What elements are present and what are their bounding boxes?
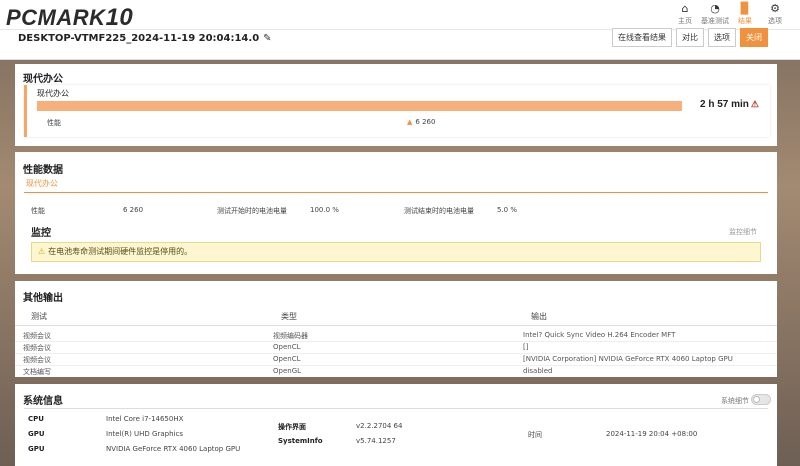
result-title: DESKTOP-VTMF225_2024-11-19 20:04:14.0 ✎ <box>18 30 272 47</box>
options-button[interactable]: 选项 <box>708 28 736 47</box>
start-battery-label: 测试开始时的电池电量 <box>217 207 287 215</box>
pcmark-logo: PCMARK10 <box>6 4 133 32</box>
performance-data-card: 性能数据 现代办公 性能 6 260 测试开始时的电池电量 100.0 % 测试… <box>15 152 777 274</box>
header-divider <box>15 325 777 326</box>
pencil-icon[interactable]: ✎ <box>263 33 271 44</box>
cell-test: 视频会议 <box>23 356 51 364</box>
modern-office-result: 现代办公 2 h 57 min ⚠ 性能 ▲ 6 260 <box>24 85 770 137</box>
system-info-card: 系统信息 系统细节 CPU Intel Core i7-14650HX GPU … <box>15 384 777 466</box>
gpu-label: GPU <box>28 430 45 438</box>
main-nav: ⌂ 主页 ◔ 基准测试 ▉ 结果 ⚙ 选项 <box>670 2 790 26</box>
duration-value: 2 h 57 min ⚠ <box>700 99 759 110</box>
perf-label: 性能 <box>47 119 61 127</box>
gauge-icon: ◔ <box>710 2 720 15</box>
cell-test: 文档编写 <box>23 368 51 376</box>
top-bar: PCMARK10 ⌂ 主页 ◔ 基准测试 ▉ 结果 ⚙ 选项 <box>0 0 800 32</box>
gpu-label: GPU <box>28 445 45 453</box>
nav-home-label: 主页 <box>678 17 692 25</box>
cell-type: OpenCL <box>273 343 301 351</box>
end-battery-value: 5.0 % <box>497 206 518 214</box>
monitor-title: 监控 <box>31 228 51 239</box>
nav-home[interactable]: ⌂ 主页 <box>670 2 700 26</box>
other-output-title: 其他输出 <box>23 293 63 304</box>
perf-data-value: 6 260 <box>123 206 144 214</box>
system-detail-label: 系统细节 <box>721 397 749 405</box>
logo-text: PCMARK <box>6 5 106 30</box>
system-detail-toggle[interactable] <box>751 394 771 405</box>
systeminfo-value: v5.74.1257 <box>356 437 396 445</box>
monitor-detail-link[interactable]: 监控细节 <box>729 227 757 237</box>
perf-data-label: 性能 <box>31 207 45 215</box>
time-label: 时间 <box>528 431 542 439</box>
monitor-alert: ⚠ 在电池寿命测试期间硬件监控是停用的。 <box>31 242 761 262</box>
bar-chart-icon: ▉ <box>740 2 750 15</box>
compare-button[interactable]: 对比 <box>676 28 704 47</box>
table-row: 视频会议 OpenCL [] <box>15 341 777 353</box>
col-header-type: 类型 <box>281 312 297 321</box>
time-value: 2024-11-19 20:04 +08:00 <box>606 430 698 438</box>
home-icon: ⌂ <box>681 2 689 15</box>
nav-options-label: 选项 <box>768 17 782 25</box>
logo-number: 10 <box>105 4 134 31</box>
cell-test: 视频会议 <box>23 344 51 352</box>
close-button[interactable]: 关闭 <box>740 28 768 47</box>
table-row: 文档编写 OpenGL disabled <box>15 365 777 377</box>
cell-type: 视频编码器 <box>273 332 308 340</box>
alert-text: 在电池寿命测试期间硬件监控是停用的。 <box>48 247 193 256</box>
gear-icon: ⚙ <box>770 2 780 15</box>
toggle-knob <box>753 396 760 403</box>
end-battery-label: 测试结束时的电池电量 <box>404 207 474 215</box>
cpu-label: CPU <box>28 415 44 423</box>
col-header-output: 输出 <box>531 312 547 321</box>
performance-data-title: 性能数据 <box>23 165 63 176</box>
perf-score: ▲ 6 260 <box>407 118 435 126</box>
modern-office-card: 现代办公 现代办公 2 h 57 min ⚠ 性能 ▲ 6 260 <box>15 64 777 146</box>
gpu-value: Intel(R) UHD Graphics <box>106 430 183 438</box>
cell-output: [] <box>523 343 529 351</box>
table-row: 视频会议 视频编码器 Intel? Quick Sync Video H.264… <box>15 329 777 341</box>
nav-benchmarks-label: 基准测试 <box>701 17 729 25</box>
warning-icon: ⚠ <box>750 99 759 109</box>
perf-score-value: 6 260 <box>415 118 436 126</box>
col-header-test: 测试 <box>31 312 47 321</box>
nav-results[interactable]: ▉ 结果 <box>730 2 760 26</box>
os-value: v2.2.2704 64 <box>356 422 403 430</box>
result-name: DESKTOP-VTMF225_2024-11-19 20:04:14.0 <box>18 33 260 44</box>
tab-modern-office[interactable]: 现代办公 <box>26 178 58 189</box>
nav-benchmarks[interactable]: ◔ 基准测试 <box>700 2 730 26</box>
tab-underline <box>24 192 768 193</box>
cell-type: OpenGL <box>273 367 302 375</box>
cell-output: [NVIDIA Corporation] NVIDIA GeForce RTX … <box>523 355 733 363</box>
header-buttons: 在线查看结果 对比 选项 关闭 <box>612 28 768 47</box>
view-online-button[interactable]: 在线查看结果 <box>612 28 672 47</box>
table-row: 视频会议 OpenCL [NVIDIA Corporation] NVIDIA … <box>15 353 777 365</box>
gpu-value: NVIDIA GeForce RTX 4060 Laptop GPU <box>106 445 241 453</box>
cell-type: OpenCL <box>273 355 301 363</box>
nav-options[interactable]: ⚙ 选项 <box>760 2 790 26</box>
cpu-value: Intel Core i7-14650HX <box>106 415 184 423</box>
system-divider <box>24 408 768 409</box>
start-battery-value: 100.0 % <box>310 206 339 214</box>
other-output-card: 其他输出 测试 类型 输出 视频会议 视频编码器 Intel? Quick Sy… <box>15 281 777 377</box>
os-label: 操作界面 <box>278 423 306 431</box>
nav-results-label: 结果 <box>738 17 752 25</box>
trophy-icon: ▲ <box>407 118 413 126</box>
warning-icon: ⚠ <box>38 247 46 256</box>
cell-output: disabled <box>523 367 553 375</box>
cell-test: 视频会议 <box>23 332 51 340</box>
duration-bar <box>37 101 682 111</box>
duration-text: 2 h 57 min <box>700 99 749 110</box>
systeminfo-label: SystemInfo <box>278 437 323 445</box>
test-name: 现代办公 <box>37 89 69 98</box>
cell-output: Intel? Quick Sync Video H.264 Encoder MF… <box>523 331 676 339</box>
